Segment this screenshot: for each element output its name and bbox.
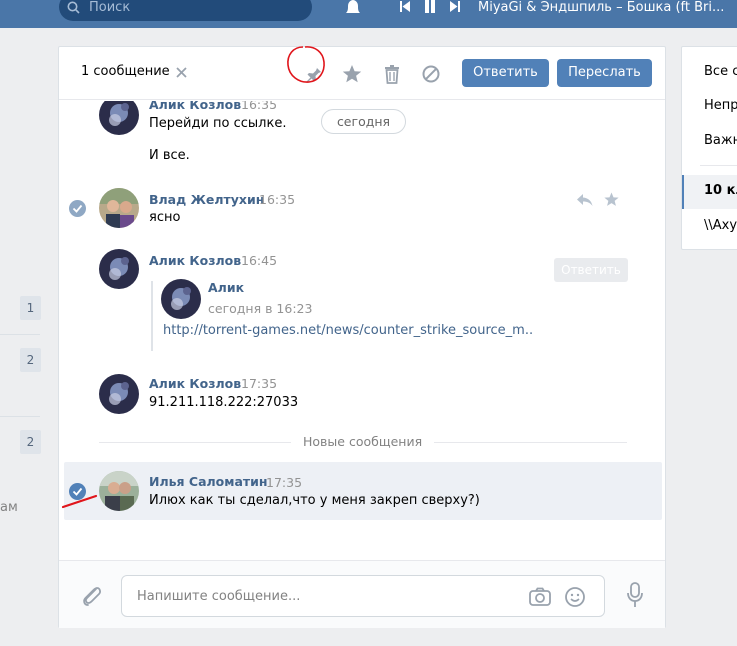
track-title[interactable]: MiyaGi & Эндшпиль – Бошка (ft Bri... <box>478 0 724 15</box>
previous-track-icon[interactable] <box>398 0 412 14</box>
menu-divider <box>700 165 737 166</box>
avatar[interactable] <box>99 101 139 135</box>
message-text: Илюх как ты сделал,что у меня закреп све… <box>149 493 480 508</box>
menu-item-chat[interactable]: \\Axy <box>704 218 737 233</box>
next-track-icon[interactable] <box>448 0 462 14</box>
menu-item-all[interactable]: Все с <box>704 64 737 79</box>
avatar[interactable] <box>99 249 139 289</box>
right-filter-menu: Все с Непр Важн 10 кл \\Axy <box>681 46 737 250</box>
forwarded-link[interactable]: http://torrent-games.net/news/counter_st… <box>163 323 533 338</box>
spam-block-icon[interactable] <box>420 63 442 85</box>
menu-item-important[interactable]: Важн <box>704 133 737 148</box>
date-pill: сегодня <box>321 109 406 134</box>
sidebar-divider <box>0 416 40 417</box>
selection-header: 1 сообщение Ответить Переслать <box>59 47 665 100</box>
forwarded-message-bar <box>151 281 153 351</box>
message-text: И все. <box>149 148 190 163</box>
message-time[interactable]: 17:35 <box>266 475 302 490</box>
message-select-check[interactable] <box>69 200 86 217</box>
notifications-bell-icon[interactable] <box>343 0 363 16</box>
star-icon[interactable] <box>603 191 620 208</box>
sidebar-divider <box>0 334 40 335</box>
forwarded-time[interactable]: сегодня в 16:23 <box>208 301 312 316</box>
selected-count: 1 сообщение <box>81 64 170 79</box>
red-annotation-circle <box>287 46 325 83</box>
dialog-unread-badge: 1 <box>20 296 41 320</box>
reply-tooltip: Ответить <box>554 258 628 282</box>
message-time[interactable]: 16:35 <box>241 101 277 112</box>
avatar[interactable] <box>99 188 139 228</box>
pause-icon[interactable] <box>423 0 437 14</box>
delete-trash-icon[interactable] <box>381 63 403 85</box>
dialog-unread-badge: 2 <box>20 348 41 372</box>
message-author[interactable]: Алик Козлов <box>149 253 241 268</box>
reply-button[interactable]: Ответить <box>462 59 549 87</box>
avatar[interactable] <box>161 279 201 319</box>
microphone-icon[interactable] <box>625 581 645 609</box>
chat-panel: 1 сообщение Ответить Переслать Алик Козл… <box>58 46 666 628</box>
dialog-unread-badge: 2 <box>20 430 41 454</box>
message-author[interactable]: Илья Саломатин <box>149 474 268 489</box>
search-placeholder: Поиск <box>89 0 131 15</box>
message-author[interactable]: Влад Желтухин <box>149 192 264 207</box>
search-icon <box>67 1 80 14</box>
selected-message-highlight[interactable] <box>64 462 662 520</box>
menu-item-unread[interactable]: Непр <box>704 98 737 113</box>
new-messages-label: Новые сообщения <box>291 434 435 449</box>
emoji-smile-icon[interactable] <box>564 586 586 608</box>
attach-paperclip-icon[interactable] <box>79 583 105 609</box>
avatar[interactable] <box>99 471 139 511</box>
message-text: 91.211.118.222:27033 <box>149 395 299 410</box>
avatar[interactable] <box>99 374 139 414</box>
message-time[interactable]: 16:45 <box>241 253 277 268</box>
message-author[interactable]: Алик Козлов <box>149 376 241 391</box>
menu-item-chat[interactable]: 10 кл <box>704 183 737 198</box>
clear-selection-close-icon[interactable] <box>175 66 188 79</box>
composer: Напишите сообщение... <box>59 560 665 628</box>
red-annotation-stroke <box>61 494 98 509</box>
top-bar: Поиск MiyaGi & Эндшпиль – Бошка (ft Bri.… <box>0 0 737 28</box>
message-time[interactable]: 17:35 <box>241 376 277 391</box>
forwarded-author[interactable]: Алик <box>208 280 244 295</box>
camera-icon[interactable] <box>528 586 552 608</box>
forward-button[interactable]: Переслать <box>557 59 652 87</box>
search-box[interactable]: Поиск <box>59 0 312 21</box>
sidebar-partial-text: ам <box>0 500 18 515</box>
star-icon[interactable] <box>341 63 363 85</box>
message-author[interactable]: Алик Козлов <box>149 101 241 112</box>
message-time[interactable]: 16:35 <box>259 192 295 207</box>
message-text: ясно <box>149 210 181 225</box>
message-input[interactable]: Напишите сообщение... <box>121 575 605 617</box>
reply-arrow-icon[interactable] <box>576 192 594 208</box>
message-input-placeholder: Напишите сообщение... <box>137 589 301 604</box>
message-history: Алик Козлов 16:35 Перейди по ссылке. И в… <box>59 101 665 561</box>
message-text: Перейди по ссылке. <box>149 116 287 131</box>
